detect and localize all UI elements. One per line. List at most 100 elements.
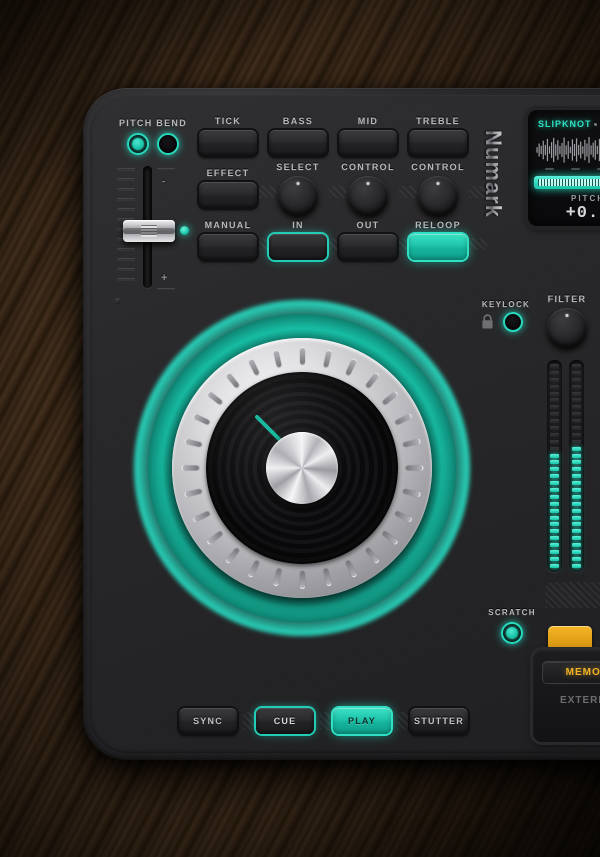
play-button-label: PLAY — [348, 716, 376, 726]
pitch-fader-handle[interactable] — [123, 220, 175, 242]
filter-knob[interactable] — [547, 308, 587, 348]
scratch-label: SCRATCH — [488, 608, 536, 617]
vu-segment — [572, 467, 581, 472]
vu-segment — [550, 453, 559, 458]
jog-tick — [183, 488, 202, 498]
display-pitch-label: PITCH — [571, 194, 600, 203]
mid-button[interactable] — [339, 130, 397, 156]
stutter-button[interactable]: STUTTER — [410, 708, 468, 734]
jog-tick — [406, 465, 423, 471]
waveform-ticks — [536, 168, 600, 172]
knob-label-control-1: CONTROL — [341, 162, 395, 172]
pitch-bend-down-led — [132, 138, 144, 150]
loop-in-button[interactable] — [269, 234, 327, 260]
tick-button[interactable] — [199, 130, 257, 156]
vu-segment — [550, 467, 559, 472]
manual-button[interactable] — [199, 234, 257, 260]
scratch-button[interactable] — [501, 622, 523, 644]
vu-segment — [572, 488, 581, 493]
jog-wheel-platter[interactable] — [172, 338, 432, 598]
jog-tick — [394, 413, 413, 426]
vu-segment — [572, 439, 581, 444]
body-screw — [115, 298, 121, 304]
vu-segment — [572, 432, 581, 437]
jog-tick — [402, 438, 421, 448]
memory-panel: MEMORY EXTERNAL — [533, 650, 600, 742]
vu-segment — [550, 391, 559, 396]
vu-segment — [572, 494, 581, 499]
button-label-in: IN — [292, 220, 304, 230]
vu-segment — [550, 501, 559, 506]
memory-tab-handle[interactable] — [548, 626, 592, 652]
vu-segment — [572, 550, 581, 555]
vu-segment — [550, 377, 559, 382]
vu-segment — [572, 543, 581, 548]
sync-button[interactable]: SYNC — [179, 708, 237, 734]
jog-tick — [381, 530, 399, 546]
jog-tick — [272, 568, 282, 587]
keylock-button[interactable] — [503, 312, 523, 332]
play-button[interactable]: PLAY — [333, 708, 391, 734]
vu-segment — [550, 515, 559, 520]
vu-segment — [550, 384, 559, 389]
display-pitch-value: +0.0 — [565, 204, 600, 223]
pitch-bend-down-button[interactable] — [127, 133, 149, 155]
treble-button[interactable] — [409, 130, 467, 156]
dj-controller-body: PITCH BEND TICK BASS MID TREBLE EFFECT S… — [83, 88, 600, 760]
keylock-label: KEYLOCK — [481, 300, 531, 309]
vu-segment — [572, 453, 581, 458]
memory-source-item[interactable]: MEMORY — [543, 662, 600, 683]
jog-wheel[interactable] — [134, 300, 470, 636]
button-label-manual: MANUAL — [204, 220, 252, 230]
pitch-bend-up-button[interactable] — [157, 133, 179, 155]
jog-tick — [224, 547, 240, 565]
control-knob-1[interactable] — [348, 176, 388, 216]
track-display: SLIPKNOT O PITCH +0.0 — [528, 110, 600, 226]
vu-segment — [572, 419, 581, 424]
vu-segment — [572, 474, 581, 479]
vu-segment — [572, 412, 581, 417]
select-knob[interactable] — [278, 176, 318, 216]
filter-label: FILTER — [547, 294, 587, 304]
cue-button[interactable]: CUE — [256, 708, 314, 734]
jog-tick — [381, 390, 399, 406]
vu-segment — [550, 481, 559, 486]
bass-button[interactable] — [269, 130, 327, 156]
vu-segment — [572, 522, 581, 527]
reloop-button[interactable] — [409, 234, 467, 260]
vu-segment — [572, 501, 581, 506]
effect-button[interactable] — [199, 182, 257, 208]
knob-indicator-dot — [366, 182, 370, 185]
vu-segment — [572, 364, 581, 368]
vu-segment — [550, 488, 559, 493]
jog-tick — [181, 465, 198, 471]
jog-tick — [344, 357, 357, 376]
waveform-graphic — [536, 137, 600, 163]
button-label-tick: TICK — [214, 116, 242, 126]
jog-tick — [322, 568, 332, 587]
display-nav-minimap — [538, 179, 600, 186]
jog-wheel-vinyl[interactable] — [206, 372, 398, 564]
vu-segment — [550, 522, 559, 527]
sync-button-label: SYNC — [193, 716, 223, 726]
hatch-decor-lower — [545, 582, 600, 608]
hatch-decor — [259, 186, 277, 198]
pitch-scale-right-top — [157, 168, 175, 170]
vu-segment — [572, 377, 581, 382]
vu-segment — [572, 481, 581, 486]
numark-wordmark: Numark — [481, 130, 507, 218]
vu-segment — [572, 446, 581, 451]
loop-out-button[interactable] — [339, 234, 397, 260]
control-knob-2[interactable] — [418, 176, 458, 216]
jog-tick — [224, 371, 240, 389]
display-nav-bar[interactable] — [534, 176, 600, 189]
vu-segment — [572, 556, 581, 561]
vu-segment — [550, 494, 559, 499]
jog-tick — [205, 530, 223, 546]
external-source-item[interactable]: EXTERNAL — [543, 690, 600, 711]
vu-segment — [550, 536, 559, 541]
jog-tick — [322, 349, 332, 368]
pitch-bend-label: PITCH BEND — [119, 118, 188, 128]
jog-tick — [183, 438, 202, 448]
vu-segment — [572, 563, 581, 568]
